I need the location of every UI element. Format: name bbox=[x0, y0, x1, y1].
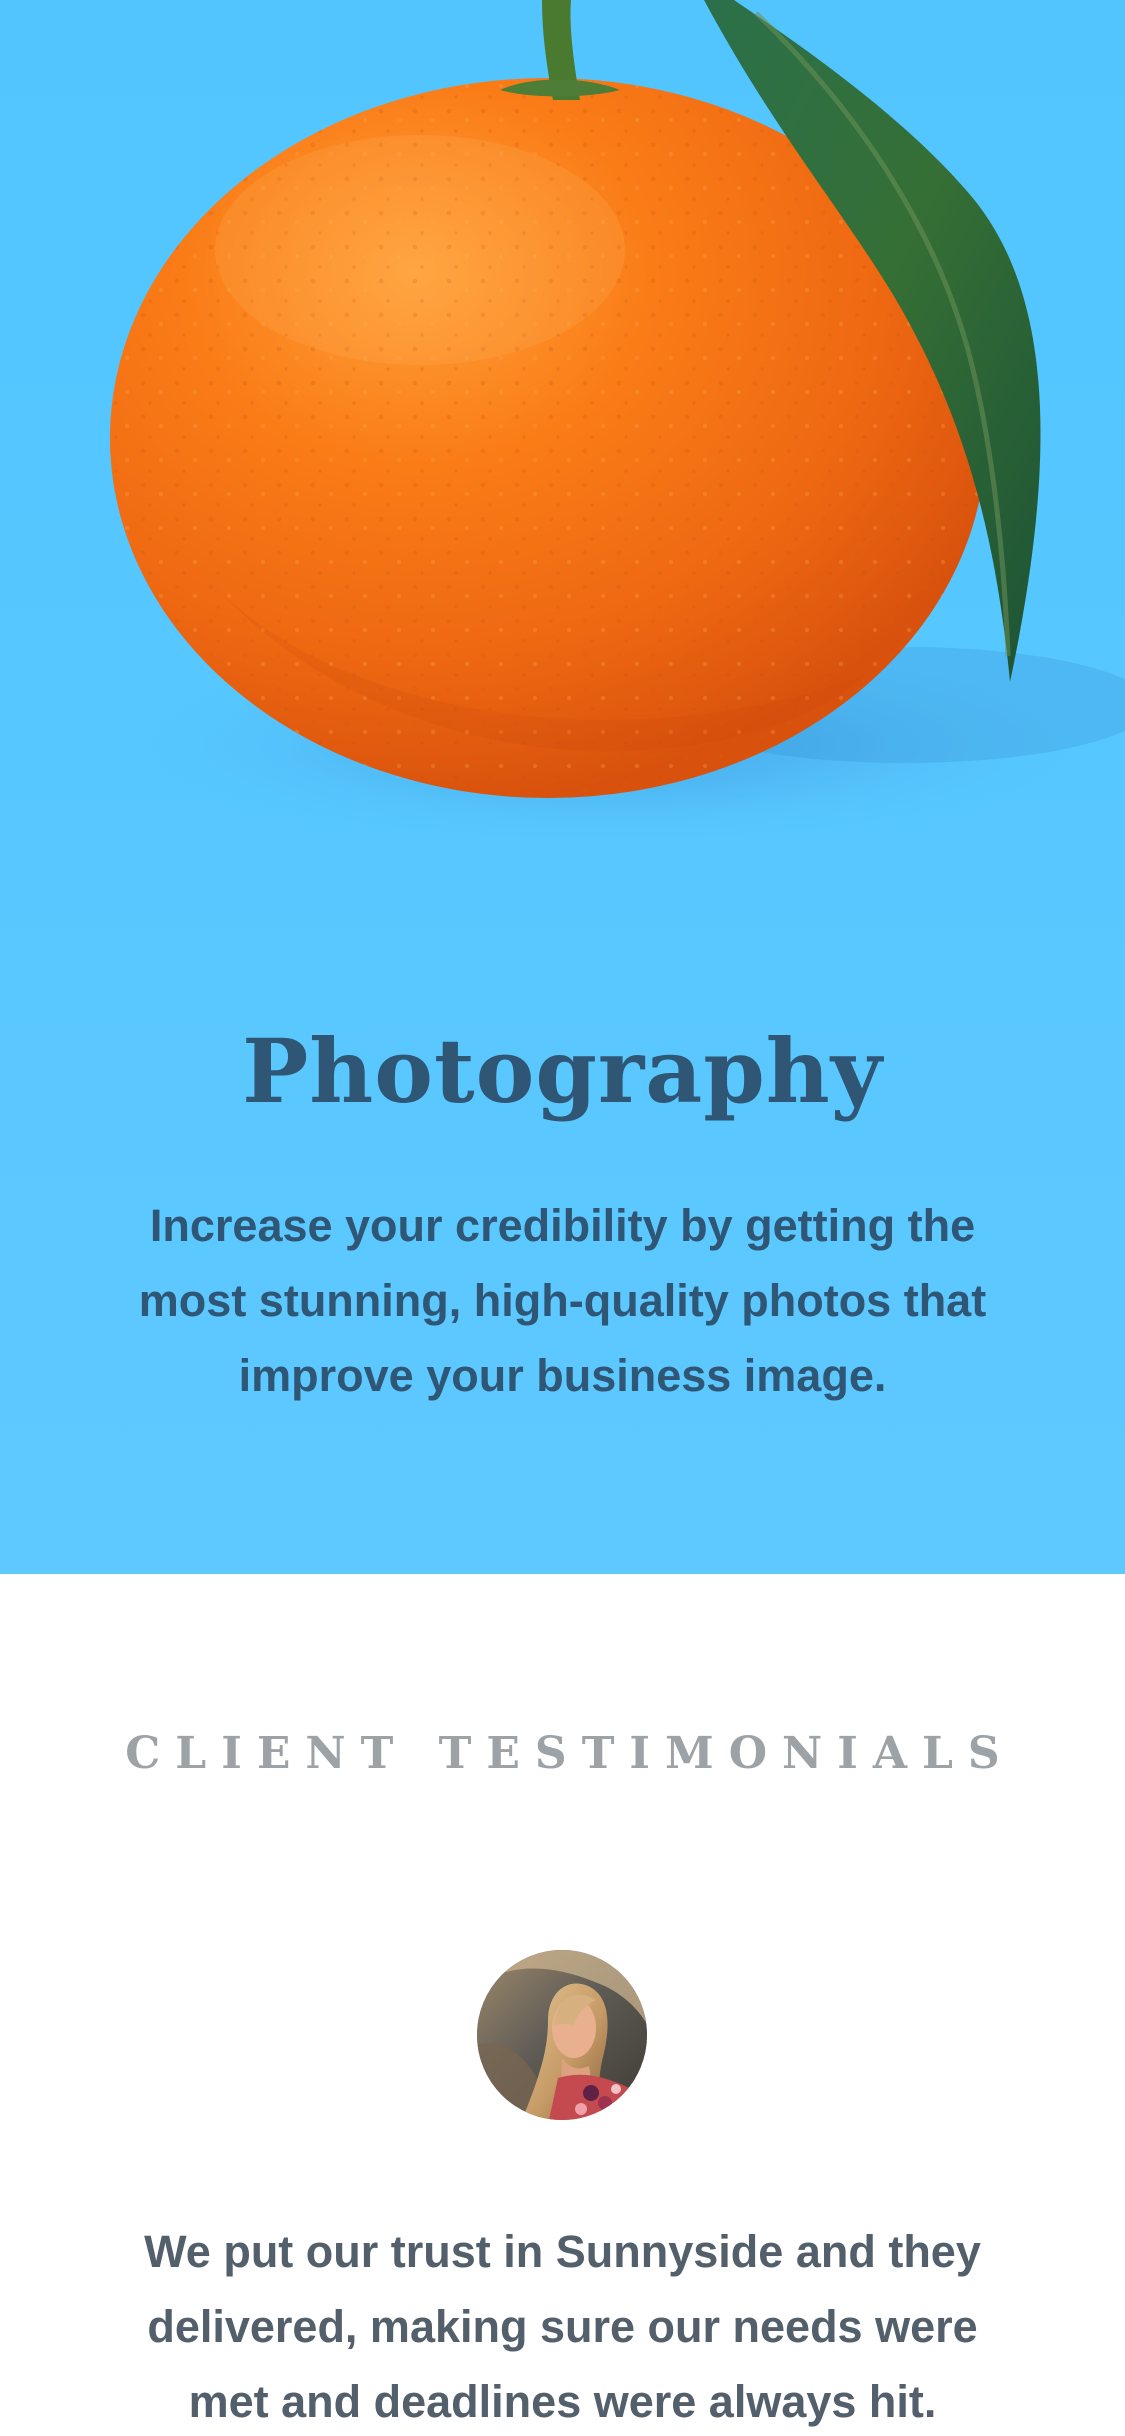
photography-section: Photography Increase your credibility by… bbox=[0, 0, 1125, 1574]
orange-with-leaf-photo bbox=[110, 0, 1125, 850]
testimonial-quote: We put our trust in Sunnyside and they d… bbox=[144, 2226, 981, 2427]
photography-description: Increase your credibility by getting the… bbox=[138, 1200, 987, 1401]
page-title: Photography bbox=[242, 1019, 883, 1123]
testimonials-section: CLIENT TESTIMONIALS We put our trust in … bbox=[0, 1574, 1125, 2436]
client-avatar-photo bbox=[477, 1950, 647, 2120]
testimonials-heading: CLIENT TESTIMONIALS bbox=[125, 1728, 1015, 1779]
